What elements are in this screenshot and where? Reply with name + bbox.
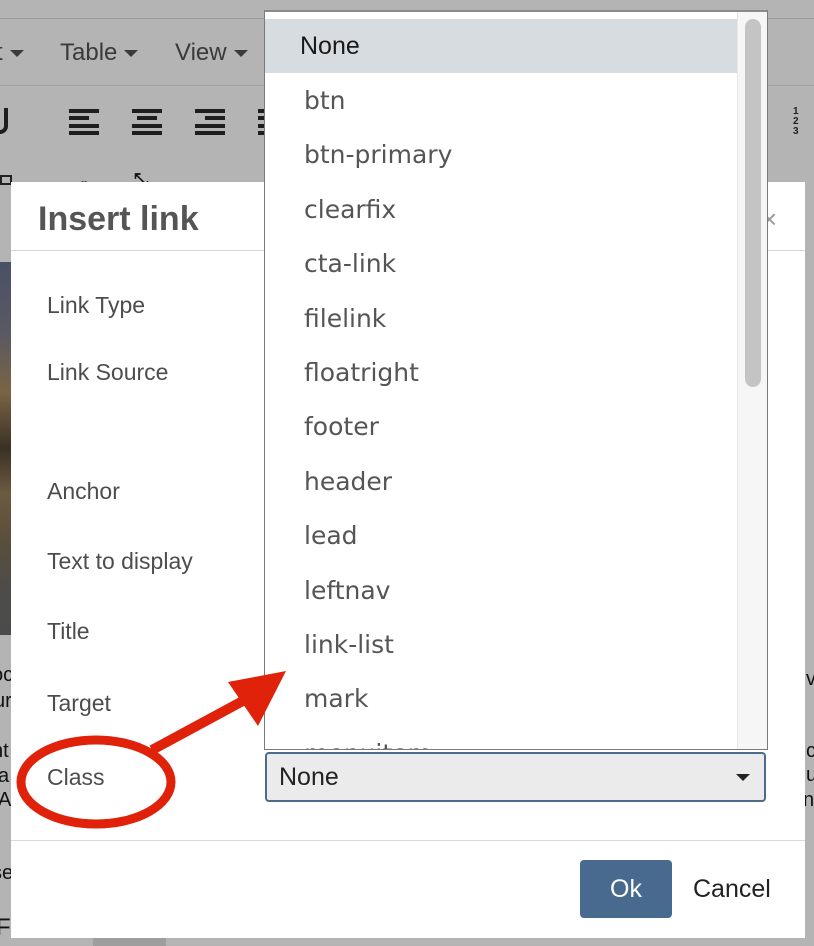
menu-format-label: t xyxy=(0,39,3,67)
option-none[interactable]: None xyxy=(265,19,737,74)
align-left-icon[interactable] xyxy=(69,109,99,135)
background-text: c xyxy=(806,740,814,762)
label-anchor: Anchor xyxy=(47,478,120,504)
footer-divider xyxy=(11,840,805,841)
ok-button[interactable]: Ok xyxy=(580,860,672,918)
option-filelink[interactable]: filelink xyxy=(265,291,737,345)
option-header[interactable]: header xyxy=(265,454,737,508)
menu-format[interactable]: t xyxy=(0,39,24,67)
background-image xyxy=(0,262,11,635)
option-mark[interactable]: mark xyxy=(265,672,737,726)
chevron-down-icon xyxy=(736,774,750,781)
numbered-list-icon[interactable]: 123 xyxy=(793,107,814,137)
background-text: nt xyxy=(0,740,9,762)
chevron-down-icon xyxy=(9,49,24,57)
option-link-list[interactable]: link-list xyxy=(265,617,737,671)
dialog-title: Insert link xyxy=(38,200,199,238)
background-text: A xyxy=(0,789,12,811)
align-right-icon[interactable] xyxy=(195,109,225,135)
option-leftnav[interactable]: leftnav xyxy=(265,563,737,617)
option-cta-link[interactable]: cta-link xyxy=(265,237,737,291)
option-floatright[interactable]: floatright xyxy=(265,345,737,399)
dropdown-scrollbar[interactable] xyxy=(737,12,767,749)
dropdown-options: None btn btn-primary clearfix cta-link f… xyxy=(265,19,737,749)
underline-icon[interactable] xyxy=(0,108,8,134)
background-text: a xyxy=(0,765,10,787)
option-btn[interactable]: btn xyxy=(265,73,737,127)
cancel-button[interactable]: Cancel xyxy=(693,860,771,918)
menu-table[interactable]: Table xyxy=(60,39,139,67)
option-footer[interactable]: footer xyxy=(265,400,737,454)
background-text: v xyxy=(806,668,814,690)
label-link-source: Link Source xyxy=(47,359,169,385)
class-select-value: None xyxy=(279,762,339,791)
menu-table-label: Table xyxy=(60,39,118,66)
align-center-icon[interactable] xyxy=(132,109,162,135)
background-scrollbar xyxy=(93,938,166,946)
class-select[interactable]: None xyxy=(265,752,766,802)
chevron-down-icon xyxy=(124,49,139,57)
background-text: u xyxy=(806,764,814,786)
label-target: Target xyxy=(47,690,111,716)
label-title: Title xyxy=(47,618,90,644)
class-dropdown-list[interactable]: None btn btn-primary clearfix cta-link f… xyxy=(264,10,768,750)
menu-view-label: View xyxy=(175,39,227,66)
label-text-to-display: Text to display xyxy=(47,548,193,574)
option-clearfix[interactable]: clearfix xyxy=(265,182,737,236)
chevron-down-icon xyxy=(233,49,248,57)
scrollbar-thumb[interactable] xyxy=(745,19,761,387)
option-btn-primary[interactable]: btn-primary xyxy=(265,128,737,182)
label-link-type: Link Type xyxy=(47,292,146,318)
option-lead[interactable]: lead xyxy=(265,509,737,563)
label-class: Class xyxy=(47,764,105,790)
menu-view[interactable]: View xyxy=(175,39,248,67)
option-menuitem[interactable]: menuitem xyxy=(265,726,737,749)
